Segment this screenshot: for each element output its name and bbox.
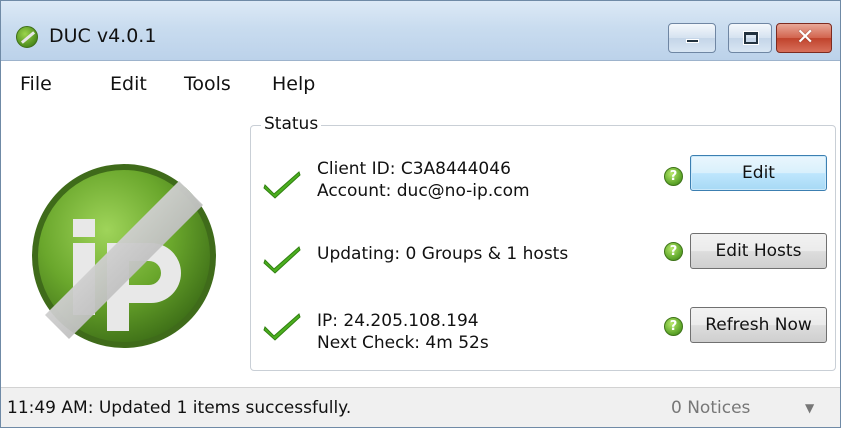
close-button[interactable]: ✕ bbox=[776, 23, 832, 53]
noip-logo bbox=[32, 164, 216, 348]
minimize-icon bbox=[686, 39, 699, 43]
minimize-button[interactable] bbox=[668, 23, 716, 53]
notices-dropdown[interactable]: 0 Notices bbox=[671, 398, 750, 418]
chevron-down-icon[interactable]: ▼ bbox=[805, 401, 814, 415]
menu-file[interactable]: File bbox=[20, 73, 52, 95]
check-icon bbox=[263, 171, 301, 199]
status-legend: Status bbox=[261, 114, 322, 134]
menu-tools[interactable]: Tools bbox=[184, 73, 231, 95]
check-icon bbox=[263, 246, 301, 274]
next-check-text: Next Check: 4m 52s bbox=[317, 333, 489, 353]
updating-text: Updating: 0 Groups & 1 hosts bbox=[317, 244, 569, 264]
window-title: DUC v4.0.1 bbox=[49, 25, 157, 47]
close-icon: ✕ bbox=[796, 25, 815, 50]
status-message: 11:49 AM: Updated 1 items successfully. bbox=[7, 398, 352, 418]
edit-hosts-button[interactable]: Edit Hosts bbox=[690, 233, 827, 269]
duc-window: DUC v4.0.1 ✕ File Edit Tools Help Status… bbox=[0, 0, 841, 428]
menu-bar: File Edit Tools Help bbox=[1, 62, 840, 106]
refresh-now-button[interactable]: Refresh Now bbox=[690, 307, 827, 343]
status-bar: 11:49 AM: Updated 1 items successfully. … bbox=[1, 387, 840, 427]
account-text: Account: duc@no-ip.com bbox=[317, 181, 530, 201]
app-logo-icon[interactable] bbox=[16, 26, 38, 48]
maximize-icon bbox=[744, 32, 758, 44]
menu-edit[interactable]: Edit bbox=[110, 73, 147, 95]
menu-help[interactable]: Help bbox=[272, 73, 315, 95]
help-icon[interactable]: ? bbox=[664, 242, 683, 261]
help-icon[interactable]: ? bbox=[664, 167, 683, 186]
check-icon bbox=[263, 313, 301, 341]
ip-text: IP: 24.205.108.194 bbox=[317, 311, 479, 331]
edit-account-button[interactable]: Edit bbox=[690, 155, 827, 191]
title-bar[interactable]: DUC v4.0.1 ✕ bbox=[1, 1, 840, 61]
maximize-button[interactable] bbox=[728, 23, 772, 53]
help-icon[interactable]: ? bbox=[664, 317, 683, 336]
client-id-text: Client ID: C3A8444046 bbox=[317, 159, 511, 179]
